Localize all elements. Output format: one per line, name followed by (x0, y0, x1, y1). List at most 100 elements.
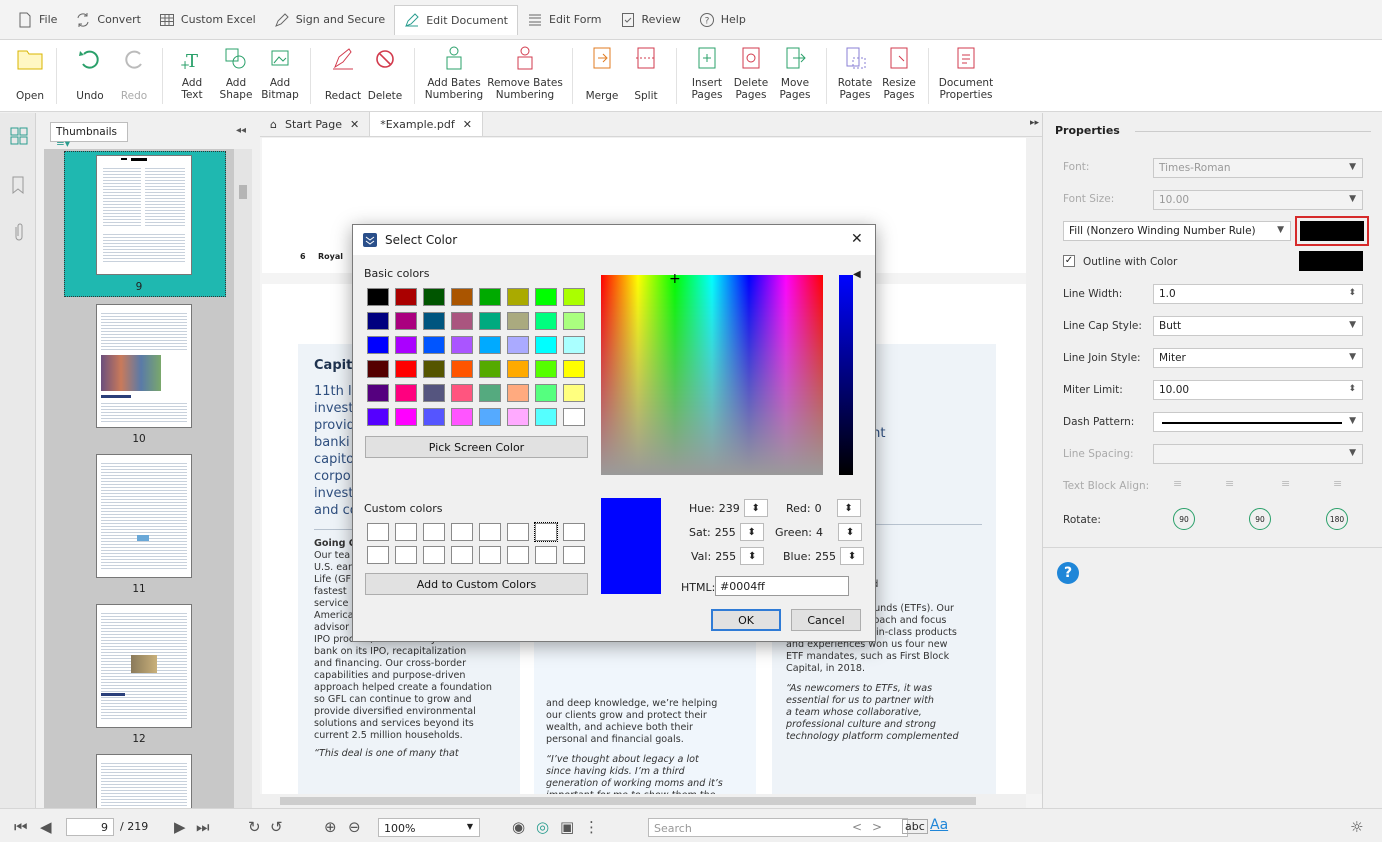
resize-pages-button[interactable]: Resize Pages (878, 44, 920, 110)
basic-color-swatch[interactable] (535, 360, 557, 378)
document-properties-button[interactable]: Document Properties (936, 44, 996, 110)
basic-color-swatch[interactable] (451, 288, 473, 306)
add-bitmap-button[interactable]: Add Bitmap (260, 44, 300, 110)
slider-pointer-icon[interactable]: ◀ (853, 269, 861, 280)
custom-color-swatch[interactable] (507, 546, 529, 564)
rotate-90-button[interactable]: 90 (1173, 508, 1195, 530)
basic-color-swatch[interactable] (395, 312, 417, 330)
match-case-icon[interactable]: Aa (930, 817, 948, 833)
thumbnail-page-9[interactable] (96, 155, 192, 275)
basic-color-swatch[interactable] (395, 360, 417, 378)
first-page-icon[interactable]: ⏮ (14, 818, 28, 836)
hue-saturation-picker[interactable]: + (601, 271, 823, 475)
basic-color-swatch[interactable] (507, 408, 529, 426)
custom-color-swatch[interactable] (451, 523, 473, 541)
document-horizontal-scrollbar[interactable] (260, 794, 1026, 808)
basic-color-swatch[interactable] (423, 384, 445, 402)
add-shape-button[interactable]: Add Shape (216, 44, 256, 110)
basic-color-swatch[interactable] (423, 336, 445, 354)
align-right-icon[interactable]: ≡ (1281, 477, 1290, 490)
basic-color-swatch[interactable] (535, 384, 557, 402)
basic-color-swatch[interactable] (563, 288, 585, 306)
basic-color-swatch[interactable] (479, 312, 501, 330)
view-continuous-icon[interactable]: ◎ (536, 818, 549, 836)
custom-color-swatch[interactable] (395, 523, 417, 541)
page-number-input[interactable]: 9 (66, 818, 114, 836)
basic-color-swatch[interactable] (451, 360, 473, 378)
font-size-select[interactable]: 10.00 ▼ (1153, 190, 1363, 210)
basic-color-swatch[interactable] (507, 384, 529, 402)
collapse-panel-icon[interactable]: ◂◂ (236, 125, 246, 136)
basic-color-swatch[interactable] (479, 288, 501, 306)
basic-color-swatch[interactable] (451, 384, 473, 402)
tab-start-page[interactable]: ⌂ Start Page ✕ (260, 112, 371, 136)
custom-color-swatch[interactable] (534, 522, 558, 542)
custom-color-swatch[interactable] (451, 546, 473, 564)
merge-button[interactable]: Merge (582, 44, 622, 110)
rotate-right-icon[interactable]: ↻ (248, 818, 261, 836)
menu-file[interactable]: File (8, 5, 66, 35)
basic-color-swatch[interactable] (535, 336, 557, 354)
basic-color-swatch[interactable] (563, 312, 585, 330)
outline-color-button[interactable] (1299, 251, 1363, 271)
basic-color-swatch[interactable] (507, 288, 529, 306)
rotate-left-icon[interactable]: ↺ (270, 818, 283, 836)
basic-color-swatch[interactable] (367, 384, 389, 402)
font-select[interactable]: Times-Roman ▼ (1153, 158, 1363, 178)
align-left-icon[interactable]: ≡ (1173, 477, 1182, 490)
basic-color-swatch[interactable] (563, 360, 585, 378)
thumbnails-grid-icon[interactable] (10, 127, 28, 145)
align-justify-icon[interactable]: ≡ (1333, 477, 1342, 490)
spinner-icon[interactable]: ⬍ (840, 547, 865, 565)
basic-color-swatch[interactable] (423, 360, 445, 378)
custom-color-swatch[interactable] (535, 546, 557, 564)
add-bates-button[interactable]: Add Bates Numbering (424, 44, 484, 110)
green-field[interactable]: Green: 4 ⬍ (775, 523, 863, 541)
add-to-custom-colors-button[interactable]: Add to Custom Colors (365, 573, 588, 595)
red-field[interactable]: Red: 0 ⬍ (786, 499, 861, 517)
miter-limit-input[interactable]: 10.00 ⬍ (1153, 380, 1363, 400)
basic-color-swatch[interactable] (423, 408, 445, 426)
next-page-icon[interactable]: ▶ (174, 818, 186, 836)
basic-color-swatch[interactable] (395, 408, 417, 426)
line-spacing-select[interactable]: ▼ (1153, 444, 1363, 464)
dash-pattern-select[interactable]: ▼ (1153, 412, 1363, 432)
rotate-counter-90-button[interactable]: 90 (1249, 508, 1271, 530)
value-slider[interactable] (839, 275, 853, 475)
basic-color-swatch[interactable] (479, 360, 501, 378)
basic-color-swatch[interactable] (451, 336, 473, 354)
view-single-icon[interactable]: ◉ (512, 818, 525, 836)
thumbnail-page-11[interactable] (96, 454, 192, 578)
basic-color-swatch[interactable] (479, 384, 501, 402)
search-next-icon[interactable]: > (872, 820, 882, 834)
search-prev-icon[interactable]: < (852, 820, 862, 834)
thumbnail-scrollbar[interactable] (234, 149, 252, 808)
add-text-button[interactable]: T + Add Text (172, 44, 212, 110)
line-width-input[interactable]: 1.0 ⬍ (1153, 284, 1363, 304)
insert-pages-button[interactable]: Insert Pages (686, 44, 728, 110)
custom-color-swatch[interactable] (507, 523, 529, 541)
basic-color-swatch[interactable] (395, 288, 417, 306)
thumbnails-dropdown[interactable]: Thumbnails =▾ (50, 122, 128, 150)
view-grid-icon[interactable]: ⋮ (584, 818, 599, 836)
custom-color-swatch[interactable] (563, 546, 585, 564)
search-input[interactable]: Search (648, 818, 908, 837)
last-page-icon[interactable]: ⏭ (196, 818, 210, 836)
rotate-pages-button[interactable]: Rotate Pages (834, 44, 876, 110)
tab-example-pdf[interactable]: *Example.pdf ✕ (370, 112, 483, 136)
spinner-icon[interactable]: ⬍ (1348, 288, 1356, 298)
bookmarks-icon[interactable] (10, 175, 28, 195)
match-whole-word-icon[interactable]: abc (902, 819, 928, 834)
thumbnail-page-12[interactable] (96, 604, 192, 728)
basic-color-swatch[interactable] (395, 336, 417, 354)
basic-color-swatch[interactable] (507, 336, 529, 354)
attachment-icon[interactable] (10, 221, 28, 243)
basic-color-swatch[interactable] (507, 312, 529, 330)
close-icon[interactable]: ✕ (463, 118, 472, 131)
delete-button[interactable]: Delete (366, 44, 404, 110)
menu-edit-form[interactable]: Edit Form (518, 5, 611, 35)
val-field[interactable]: Val: 255 ⬍ (691, 547, 765, 565)
basic-color-swatch[interactable] (367, 312, 389, 330)
basic-color-swatch[interactable] (535, 288, 557, 306)
basic-color-swatch[interactable] (367, 288, 389, 306)
